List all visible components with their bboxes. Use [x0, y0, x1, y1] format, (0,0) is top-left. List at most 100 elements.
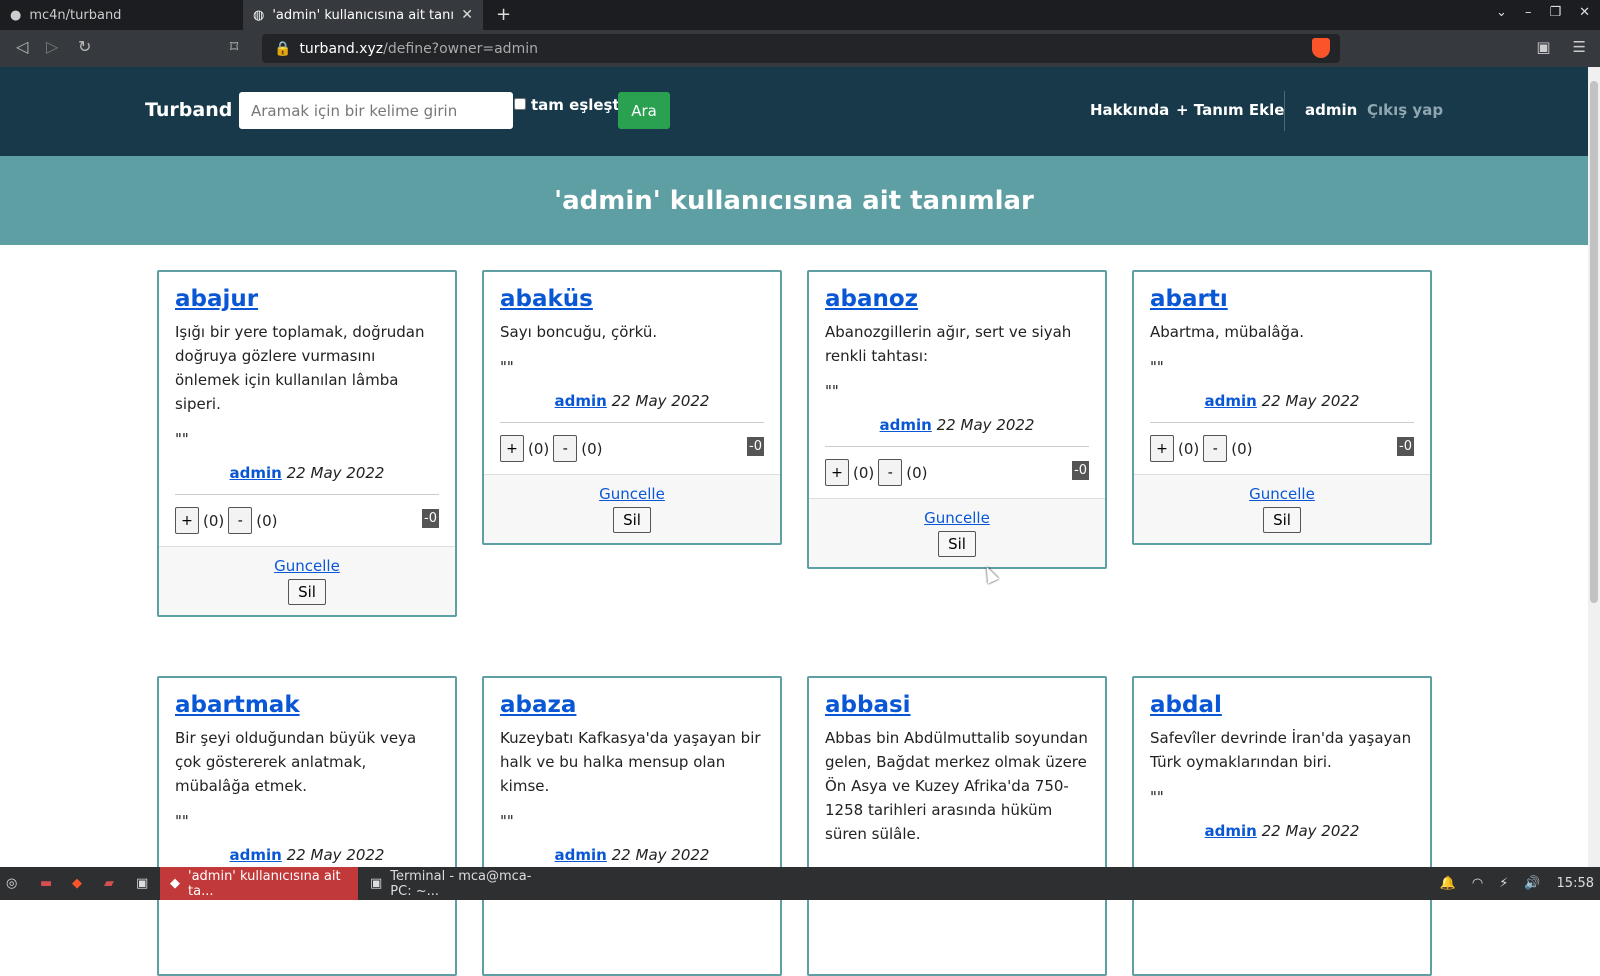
definition-card: abartı Abartma, mübalâğa. "" admin 22 Ma…	[1132, 270, 1432, 545]
upvote-count: (0)	[528, 439, 550, 458]
brave-launcher-icon[interactable]: ◆	[72, 867, 82, 900]
example-quote: ""	[175, 430, 189, 448]
power-icon[interactable]: ⚡	[1499, 876, 1508, 891]
back-icon[interactable]: ◁	[16, 37, 28, 56]
upvote-button[interactable]: +	[500, 435, 524, 462]
definition-text: Abbas bin Abdülmuttalib soyundan gelen, …	[825, 729, 1088, 843]
close-tab-icon[interactable]: ✕	[461, 7, 473, 23]
globe-icon: ◍	[253, 7, 265, 23]
notification-icon[interactable]: 🔔	[1440, 876, 1456, 891]
example-quote: ""	[1150, 358, 1164, 376]
word-link[interactable]: abartmak	[175, 692, 439, 718]
update-link[interactable]: Guncelle	[484, 485, 780, 503]
upvote-count: (0)	[853, 463, 875, 482]
vote-row: + (0) - (0) -0	[825, 459, 1089, 498]
nav-user[interactable]: admin	[1305, 101, 1357, 119]
forward-icon[interactable]: ▷	[46, 37, 58, 56]
date-text: 22 May 2022	[1261, 822, 1360, 840]
show-desktop-icon[interactable]: ▬	[40, 867, 52, 900]
site-brand[interactable]: Turband	[145, 99, 232, 121]
author-link[interactable]: admin	[1205, 392, 1257, 410]
vote-row: + (0) - (0) -0	[175, 507, 439, 546]
update-link[interactable]: Guncelle	[809, 509, 1105, 527]
definition-text: Abartma, mübalâğa.	[1150, 323, 1305, 341]
delete-button[interactable]: Sil	[613, 507, 651, 533]
page-scrollbar[interactable]	[1588, 67, 1600, 867]
definition-card: abaküs Sayı boncuğu, çörkü. "" admin 22 …	[482, 270, 782, 545]
example-quote: ""	[175, 812, 189, 830]
taskbar-task-browser[interactable]: ◆ 'admin' kullanıcısına ait ta...	[160, 867, 358, 900]
downvote-count: (0)	[256, 511, 278, 530]
definition-meta: admin 22 May 2022	[1150, 392, 1414, 410]
bookmark-icon[interactable]: ⌑	[230, 37, 238, 56]
definition-text: Sayı boncuğu, çörkü.	[500, 323, 658, 341]
lock-icon: 🔒	[274, 40, 292, 57]
downvote-button[interactable]: -	[228, 507, 253, 534]
address-bar[interactable]: 🔒 turband.xyz/define?owner=admin	[262, 34, 1340, 63]
url-path: /define?owner=admin	[383, 40, 538, 57]
word-link[interactable]: abanoz	[825, 286, 1089, 312]
tab-turband[interactable]: ◍ 'admin' kullanıcısına ait tanım ✕	[243, 0, 483, 30]
files-launcher-icon[interactable]: ▰	[104, 867, 114, 900]
author-link[interactable]: admin	[230, 846, 282, 864]
author-link[interactable]: admin	[230, 464, 282, 482]
nav-add-definition[interactable]: + Tanım Ekle	[1176, 101, 1284, 119]
definition-card: abaza Kuzeybatı Kafkasya'da yaşayan bir …	[482, 676, 782, 976]
definition-card: abanoz Abanozgillerin ağır, sert ve siya…	[807, 270, 1107, 569]
definition-card: abdal Safevîler devrinde İran'da yaşayan…	[1132, 676, 1432, 976]
taskbar-task-terminal[interactable]: ▣ Terminal - mca@mca-PC: ~...	[360, 867, 560, 900]
downvote-count: (0)	[581, 439, 603, 458]
nav-about[interactable]: Hakkında	[1090, 101, 1169, 119]
system-tray: 🔔 ◠ ⚡ 🔊 15:58	[1440, 867, 1594, 900]
word-link[interactable]: abartı	[1150, 286, 1414, 312]
browser-tab-bar: ● mc4n/turband ◍ 'admin' kullanıcısına a…	[0, 0, 1600, 30]
nav-logout[interactable]: Çıkış yap	[1367, 101, 1443, 119]
word-link[interactable]: abaza	[500, 692, 764, 718]
upvote-button[interactable]: +	[1150, 435, 1174, 462]
volume-icon[interactable]: 🔊	[1524, 876, 1540, 891]
word-link[interactable]: abdal	[1150, 692, 1414, 718]
downvote-button[interactable]: -	[553, 435, 578, 462]
word-link[interactable]: abajur	[175, 286, 439, 312]
tab-list-icon[interactable]: ⌄	[1496, 5, 1507, 20]
minimize-icon[interactable]: –	[1525, 5, 1532, 20]
start-menu-icon[interactable]: ◎	[6, 867, 17, 900]
new-tab-button[interactable]: +	[496, 4, 511, 25]
downvote-button[interactable]: -	[1203, 435, 1228, 462]
wifi-icon[interactable]: ◠	[1472, 876, 1483, 891]
card-actions: Guncelle Sil	[159, 546, 455, 615]
exact-match-checkbox[interactable]	[514, 98, 526, 110]
exact-match-option[interactable]: tam eşleştir	[514, 96, 632, 114]
scrollbar-thumb[interactable]	[1590, 81, 1598, 603]
wallet-icon[interactable]: ▣	[1536, 38, 1550, 56]
brave-shield-icon[interactable]	[1312, 38, 1330, 58]
card-actions: Guncelle Sil	[809, 498, 1105, 567]
reload-icon[interactable]: ↻	[78, 37, 91, 56]
example-quote: ""	[825, 382, 839, 400]
date-text: 22 May 2022	[936, 416, 1035, 434]
search-button[interactable]: Ara	[618, 92, 670, 129]
upvote-button[interactable]: +	[825, 459, 849, 486]
update-link[interactable]: Guncelle	[159, 557, 455, 575]
delete-button[interactable]: Sil	[938, 531, 976, 557]
author-link[interactable]: admin	[880, 416, 932, 434]
tab-github[interactable]: ● mc4n/turband	[0, 0, 243, 30]
delete-button[interactable]: Sil	[288, 579, 326, 605]
author-link[interactable]: admin	[1205, 822, 1257, 840]
author-link[interactable]: admin	[555, 846, 607, 864]
close-window-icon[interactable]: ✕	[1579, 5, 1590, 20]
author-link[interactable]: admin	[555, 392, 607, 410]
terminal-launcher-icon[interactable]: ▣	[136, 867, 148, 900]
upvote-button[interactable]: +	[175, 507, 199, 534]
menu-icon[interactable]: ☰	[1573, 38, 1586, 56]
search-input[interactable]	[239, 92, 513, 129]
vote-row: + (0) - (0) -0	[500, 435, 764, 474]
word-link[interactable]: abbasi	[825, 692, 1089, 718]
word-link[interactable]: abaküs	[500, 286, 764, 312]
delete-button[interactable]: Sil	[1263, 507, 1301, 533]
clock[interactable]: 15:58	[1557, 876, 1594, 891]
maximize-icon[interactable]: ❐	[1549, 5, 1561, 20]
update-link[interactable]: Guncelle	[1134, 485, 1430, 503]
task-label: Terminal - mca@mca-PC: ~...	[390, 868, 532, 899]
downvote-button[interactable]: -	[878, 459, 903, 486]
